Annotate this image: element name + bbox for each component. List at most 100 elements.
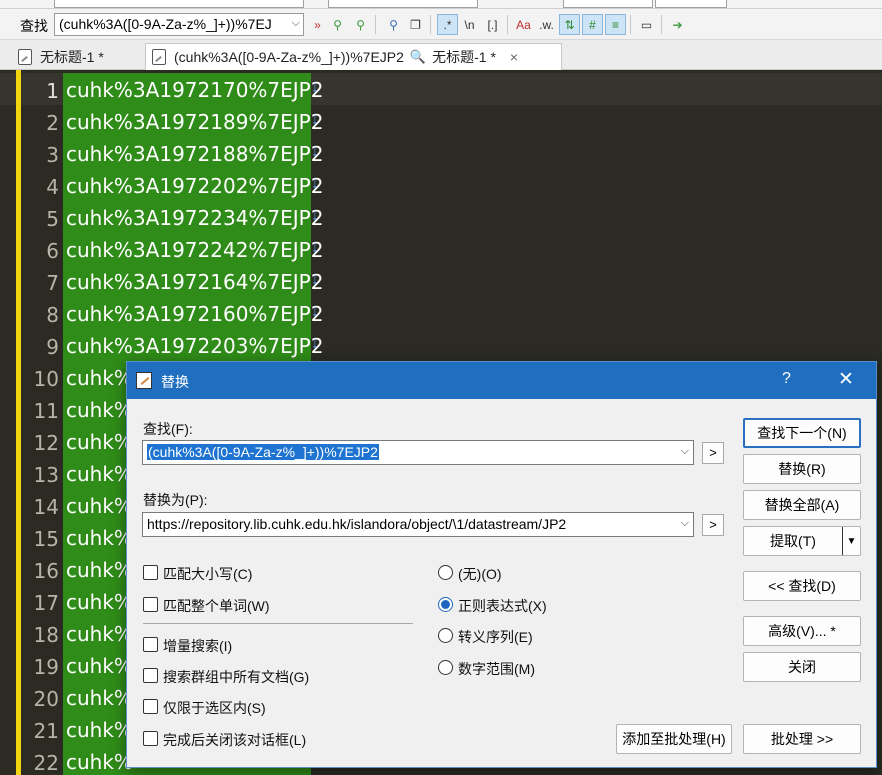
options-separator <box>143 623 413 624</box>
find-toolbar-label: 查找 <box>20 18 48 34</box>
swap-icon[interactable]: ⇅ <box>559 14 580 35</box>
in-selection-label: 仅限于选区内(S) <box>163 700 266 716</box>
tab-label: 无标题-1 * <box>40 48 104 65</box>
partial-combo <box>54 0 304 8</box>
radio-escape-label: 转义序列(E) <box>458 629 533 645</box>
line-number: 18 <box>33 623 59 647</box>
find-next-button[interactable]: 查找下一个(N) <box>743 418 861 448</box>
radio-numrange[interactable] <box>438 660 453 675</box>
line-number: 7 <box>46 271 59 295</box>
find-toolbar-input[interactable]: (cuhk%3A([0-9A-Za-z%_]+))%7EJ ⌵ <box>54 13 304 36</box>
search-key-icon: 🔍 <box>409 49 427 64</box>
whole-word-checkbox[interactable] <box>143 597 158 612</box>
editor-line[interactable]: 6 cuhk%3A1972242%7EJP2 ↓ <box>0 233 882 265</box>
radio-regex[interactable] <box>438 597 453 612</box>
line-number: 9 <box>46 335 59 359</box>
find-back-button[interactable]: << 查找(D) <box>743 571 861 601</box>
eol-marker-icon: ↓ <box>311 175 319 192</box>
document-icon <box>18 48 32 65</box>
dropdown-arrow-icon[interactable]: ▼ <box>842 527 860 555</box>
copy-results-icon[interactable]: ❐ <box>405 14 426 35</box>
dialog-titlebar[interactable]: 替换 ? ✕ <box>127 362 876 399</box>
editor-line[interactable]: 1 cuhk%3A1972170%7EJP2 ↓ <box>0 73 882 105</box>
tab-search-results[interactable]: (cuhk%3A([0-9A-Za-z%_]+))%7EJP2 🔍 无标题-1 … <box>145 43 562 70</box>
partial-combo-4 <box>655 0 727 8</box>
line-number: 4 <box>46 175 59 199</box>
editor-line[interactable]: 7 cuhk%3A1972164%7EJP2 ↓ <box>0 265 882 297</box>
line-number: 16 <box>33 559 59 583</box>
line-text: cuhk%3A1972203%7EJP2 <box>63 329 323 361</box>
find-input[interactable]: (cuhk%3A([0-9A-Za-z%_]+))%7EJP2 ⌵ <box>142 440 694 465</box>
find-next-icon[interactable]: ⚲ <box>327 14 348 35</box>
close-button[interactable]: 关闭 <box>743 652 861 682</box>
replace-input[interactable]: https://repository.lib.cuhk.edu.hk/islan… <box>142 512 694 537</box>
line-number: 15 <box>33 527 59 551</box>
all-docs-checkbox[interactable] <box>143 668 158 683</box>
close-after-checkbox[interactable] <box>143 731 158 746</box>
grid-icon[interactable]: # <box>582 14 603 35</box>
toolbar-separator <box>630 15 631 34</box>
replace-label: 替换为(P): <box>143 492 208 508</box>
find-label: 查找(F): <box>143 421 193 437</box>
toolbar-separator <box>507 15 508 34</box>
line-text: cuhk%3A1972170%7EJP2 <box>63 73 323 105</box>
editor-line[interactable]: 9 cuhk%3A1972203%7EJP2 ↓ <box>0 329 882 361</box>
radio-escape[interactable] <box>438 628 453 643</box>
chevron-down-icon[interactable]: ⌵ <box>681 517 689 530</box>
eol-marker-icon: ↓ <box>311 271 319 288</box>
whole-word-icon[interactable]: .w. <box>536 14 557 35</box>
partial-combo-2 <box>328 0 478 8</box>
advanced-button[interactable]: 高级(V)... * <box>743 616 861 646</box>
replace-button[interactable]: 替换(R) <box>743 454 861 484</box>
line-number: 5 <box>46 207 59 231</box>
match-case-checkbox[interactable] <box>143 565 158 580</box>
editor-line[interactable]: 4 cuhk%3A1972202%7EJP2 ↓ <box>0 169 882 201</box>
close-icon[interactable]: ✕ <box>838 368 854 391</box>
regex-toggle-icon[interactable]: .* <box>437 14 458 35</box>
eol-marker-icon: ↓ <box>311 303 319 320</box>
in-selection-checkbox[interactable] <box>143 699 158 714</box>
eol-marker-icon: ↓ <box>311 239 319 256</box>
close-icon[interactable]: × <box>510 49 518 65</box>
replace-expand-button[interactable]: > <box>702 514 724 536</box>
line-number: 13 <box>33 463 59 487</box>
help-icon[interactable]: ? <box>782 370 791 388</box>
editor-line[interactable]: 3 cuhk%3A1972188%7EJP2 ↓ <box>0 137 882 169</box>
go-arrow-icon[interactable]: ➔ <box>667 14 688 35</box>
editor-line[interactable]: 5 cuhk%3A1972234%7EJP2 ↓ <box>0 201 882 233</box>
line-number: 20 <box>33 687 59 711</box>
editor-line[interactable]: 8 cuhk%3A1972160%7EJP2 ↓ <box>0 297 882 329</box>
editor-line[interactable]: 2 cuhk%3A1972189%7EJP2 ↓ <box>0 105 882 137</box>
app-icon <box>136 372 152 389</box>
bracket-icon[interactable]: [.] <box>482 14 503 35</box>
newline-icon[interactable]: \n <box>459 14 480 35</box>
replace-value: https://repository.lib.cuhk.edu.hk/islan… <box>147 516 567 532</box>
match-case-icon[interactable]: Aa <box>513 14 534 35</box>
add-to-batch-button[interactable]: 添加至批处理(H) <box>616 724 732 754</box>
find-in-files-icon[interactable]: ⚲ <box>383 14 404 35</box>
extract-button[interactable]: 提取(T) ▼ <box>743 526 861 556</box>
overflow-icon[interactable]: » <box>307 14 328 35</box>
find-toolbar-value: (cuhk%3A([0-9A-Za-z%_]+))%7EJ <box>59 16 272 32</box>
top-toolbar-partial <box>0 0 882 9</box>
line-number: 11 <box>33 399 59 423</box>
radio-none[interactable] <box>438 565 453 580</box>
line-number: 12 <box>33 431 59 455</box>
find-expand-button[interactable]: > <box>702 442 724 464</box>
tab-untitled[interactable]: 无标题-1 * <box>12 43 142 70</box>
chevron-down-icon[interactable]: ⌵ <box>292 17 300 30</box>
batch-button[interactable]: 批处理 >> <box>743 724 861 754</box>
eol-marker-icon: ↓ <box>311 143 319 160</box>
panel-icon[interactable]: ▭ <box>636 14 657 35</box>
replace-all-button[interactable]: 替换全部(A) <box>743 490 861 520</box>
chevron-down-icon[interactable]: ⌵ <box>681 445 689 458</box>
whole-word-label: 匹配整个单词(W) <box>163 598 270 614</box>
line-text: cuhk%3A1972242%7EJP2 <box>63 233 323 265</box>
line-text: cuhk%3A1972160%7EJP2 <box>63 297 323 329</box>
toolbar-separator <box>430 15 431 34</box>
find-prev-icon[interactable]: ⚲ <box>350 14 371 35</box>
line-text: cuhk%3A1972189%7EJP2 <box>63 105 323 137</box>
list-icon[interactable]: ≡ <box>605 14 626 35</box>
eol-marker-icon: ↓ <box>311 207 319 224</box>
incremental-checkbox[interactable] <box>143 637 158 652</box>
